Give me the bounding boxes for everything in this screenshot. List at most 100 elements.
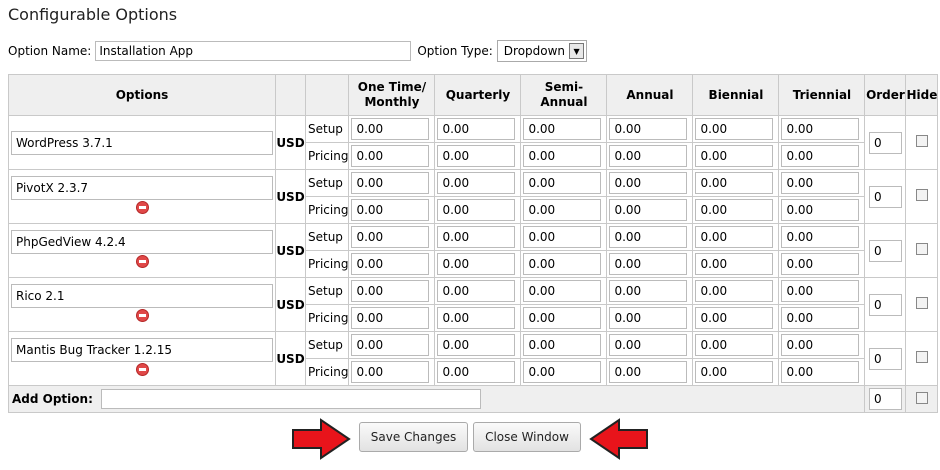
pricing-price-cell [778, 196, 866, 224]
pricing-price-input[interactable] [351, 253, 430, 275]
header-label-blank [304, 74, 350, 116]
pricing-price-input[interactable] [351, 199, 430, 221]
pricing-price-input[interactable] [351, 361, 430, 383]
setup-price-input[interactable] [523, 280, 602, 302]
setup-price-input[interactable] [695, 118, 774, 140]
pricing-price-input[interactable] [781, 199, 860, 221]
setup-price-input[interactable] [781, 226, 860, 248]
hide-checkbox[interactable] [915, 297, 928, 309]
setup-price-input[interactable] [523, 172, 602, 194]
pricing-price-input[interactable] [781, 145, 860, 167]
table-header-row: Options One Time/ Monthly Quarterly Semi… [8, 74, 939, 116]
delete-icon[interactable] [135, 200, 149, 214]
pricing-price-input[interactable] [609, 199, 688, 221]
option-value-input[interactable] [11, 175, 273, 200]
pricing-price-cell [520, 250, 608, 278]
save-changes-button[interactable]: Save Changes [359, 422, 468, 452]
pricing-label: Pricing [304, 142, 350, 170]
pricing-price-input[interactable] [609, 307, 688, 329]
setup-price-input[interactable] [609, 172, 688, 194]
pricing-price-input[interactable] [351, 307, 430, 329]
pricing-price-input[interactable] [781, 361, 860, 383]
setup-price-input[interactable] [351, 226, 430, 248]
setup-price-input[interactable] [781, 334, 860, 356]
add-order-input[interactable] [868, 388, 902, 410]
pricing-price-input[interactable] [695, 361, 774, 383]
pricing-price-input[interactable] [781, 307, 860, 329]
setup-price-input[interactable] [351, 118, 430, 140]
pricing-price-input[interactable] [609, 145, 688, 167]
pricing-price-input[interactable] [437, 253, 516, 275]
order-input[interactable] [868, 239, 902, 262]
setup-price-cell [348, 277, 436, 305]
pricing-price-cell [348, 358, 436, 386]
option-name-input[interactable] [95, 41, 412, 61]
setup-price-input[interactable] [437, 226, 516, 248]
setup-price-input[interactable] [437, 172, 516, 194]
hide-checkbox[interactable] [915, 243, 928, 255]
setup-price-input[interactable] [695, 226, 774, 248]
option-type-select[interactable]: Dropdown ▼ [496, 40, 588, 62]
pricing-price-input[interactable] [695, 253, 774, 275]
setup-price-cell [692, 277, 780, 305]
pricing-price-input[interactable] [523, 199, 602, 221]
pricing-price-input[interactable] [609, 361, 688, 383]
pricing-price-input[interactable] [437, 307, 516, 329]
setup-price-input[interactable] [781, 118, 860, 140]
option-value-input[interactable] [11, 337, 273, 362]
order-input[interactable] [868, 131, 902, 154]
option-name-cell [8, 331, 276, 386]
order-input[interactable] [868, 293, 902, 316]
pricing-price-input[interactable] [695, 199, 774, 221]
setup-price-input[interactable] [781, 280, 860, 302]
close-window-button[interactable]: Close Window [473, 422, 581, 452]
hide-checkbox[interactable] [915, 351, 928, 363]
pricing-price-input[interactable] [523, 145, 602, 167]
setup-price-input[interactable] [351, 334, 430, 356]
pricing-price-input[interactable] [523, 361, 602, 383]
delete-icon[interactable] [135, 254, 149, 268]
add-option-cell: Add Option: [7, 385, 866, 413]
setup-price-input[interactable] [695, 172, 774, 194]
setup-price-input[interactable] [781, 172, 860, 194]
setup-price-input[interactable] [351, 172, 430, 194]
order-input[interactable] [868, 347, 902, 370]
setup-price-input[interactable] [523, 226, 602, 248]
pricing-price-input[interactable] [523, 253, 602, 275]
pricing-price-input[interactable] [437, 361, 516, 383]
option-value-input[interactable] [11, 130, 273, 155]
setup-price-input[interactable] [695, 334, 774, 356]
setup-price-input[interactable] [609, 226, 688, 248]
add-hide-checkbox[interactable] [915, 391, 928, 404]
setup-price-input[interactable] [609, 334, 688, 356]
setup-price-input[interactable] [609, 280, 688, 302]
pricing-price-input[interactable] [523, 307, 602, 329]
setup-price-input[interactable] [695, 280, 774, 302]
header-currency-blank [275, 74, 306, 116]
setup-price-input[interactable] [523, 118, 602, 140]
chevron-down-icon[interactable]: ▼ [569, 43, 585, 59]
setup-price-input[interactable] [609, 118, 688, 140]
setup-price-input[interactable] [437, 280, 516, 302]
setup-price-input[interactable] [437, 118, 516, 140]
option-name-cell [8, 223, 276, 278]
pricing-price-input[interactable] [781, 253, 860, 275]
pricing-price-cell [348, 304, 436, 332]
order-input[interactable] [868, 185, 902, 208]
hide-checkbox[interactable] [915, 135, 928, 147]
delete-icon[interactable] [135, 308, 149, 322]
setup-price-input[interactable] [437, 334, 516, 356]
option-value-input[interactable] [11, 283, 273, 308]
pricing-price-input[interactable] [609, 253, 688, 275]
pricing-price-input[interactable] [437, 199, 516, 221]
add-option-input[interactable] [100, 389, 481, 409]
setup-price-input[interactable] [523, 334, 602, 356]
option-value-input[interactable] [11, 229, 273, 254]
pricing-price-input[interactable] [695, 307, 774, 329]
pricing-price-input[interactable] [351, 145, 430, 167]
delete-icon[interactable] [135, 362, 149, 376]
hide-checkbox[interactable] [915, 189, 928, 201]
pricing-price-input[interactable] [695, 145, 774, 167]
setup-price-input[interactable] [351, 280, 430, 302]
pricing-price-input[interactable] [437, 145, 516, 167]
